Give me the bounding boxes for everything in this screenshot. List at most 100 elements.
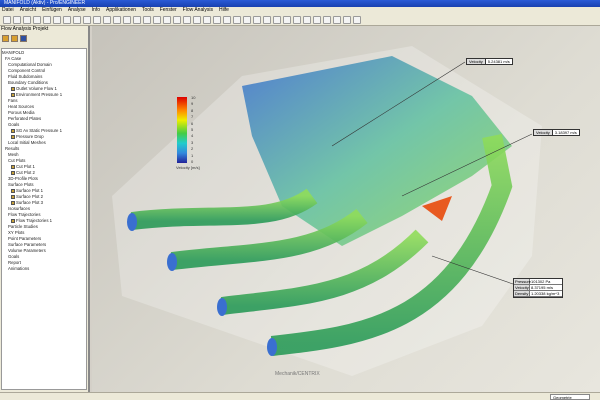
manifold-render	[112, 46, 542, 376]
panel-header: Flow Analysis Projekt	[1, 26, 49, 32]
toolbar-button-icon[interactable]	[53, 16, 61, 24]
toolbar-button-icon[interactable]	[13, 16, 21, 24]
panel-toolbar	[0, 33, 88, 45]
menu-item[interactable]: Datei	[2, 7, 14, 14]
watermark: Mechanik/CENTRIX	[275, 371, 320, 377]
menu-item[interactable]: Einfügen	[42, 7, 62, 14]
feature-icon	[11, 171, 15, 175]
toolbar-button-icon[interactable]	[93, 16, 101, 24]
feature-icon	[11, 189, 15, 193]
window-title: MANIFOLD (Aktiv) - Pro/ENGINEER	[0, 0, 600, 7]
toolbar-button-icon[interactable]	[63, 16, 71, 24]
toolbar-button-icon[interactable]	[223, 16, 231, 24]
callout-label: Velocity	[467, 59, 486, 64]
legend-tick: 9	[191, 101, 194, 107]
toolbar-button-icon[interactable]	[253, 16, 261, 24]
tree-item[interactable]: Animations	[2, 266, 86, 272]
toolbar-button-icon[interactable]	[293, 16, 301, 24]
menu-item[interactable]: Ansicht	[20, 7, 36, 14]
toolbar-button-icon[interactable]	[113, 16, 121, 24]
velocity-callout-2: Velocity 3.18397 m/s	[533, 129, 580, 136]
toolbar-button-icon[interactable]	[273, 16, 281, 24]
feature-icon	[11, 87, 15, 91]
toolbar-button-icon[interactable]	[33, 16, 41, 24]
toolbar-button-icon[interactable]	[343, 16, 351, 24]
filter-select[interactable]: Geometrie	[550, 394, 590, 400]
legend-tick: 7	[191, 114, 194, 120]
legend-tick: 10	[191, 95, 196, 100]
probe-label: Density	[514, 291, 530, 296]
toolbar-button-icon[interactable]	[323, 16, 331, 24]
toolbar	[0, 14, 600, 26]
toolbar-button-icon[interactable]	[243, 16, 251, 24]
probe-value: 1.20338 kg/m^3	[531, 291, 560, 296]
probe-row: Density 1.20338 kg/m^3	[514, 291, 562, 297]
legend-tick: 4	[191, 133, 194, 139]
toolbar-button-icon[interactable]	[263, 16, 271, 24]
legend-title: Velocity [m/s]	[176, 165, 200, 170]
legend-tick: 3	[191, 139, 194, 145]
probe-label: Velocity	[514, 285, 530, 290]
legend-tick: 6	[191, 120, 194, 126]
menu-bar: Datei Ansicht Einfügen Analyse Info Applikati…	[0, 7, 600, 14]
tool-icon[interactable]	[2, 35, 9, 42]
legend-tick: 2	[191, 146, 194, 152]
probe-label: Pressure	[514, 279, 532, 284]
feature-icon	[11, 195, 15, 199]
model-tree: MANIFOLD FA Case Computational Domain Compo…	[1, 48, 87, 390]
legend-tick: 0	[191, 159, 194, 164]
menu-item[interactable]: Info	[92, 7, 100, 14]
toolbar-button-icon[interactable]	[203, 16, 211, 24]
toolbar-button-icon[interactable]	[303, 16, 311, 24]
toolbar-button-icon[interactable]	[133, 16, 141, 24]
legend-tick: 1	[191, 152, 194, 158]
feature-icon	[11, 201, 15, 205]
toolbar-button-icon[interactable]	[83, 16, 91, 24]
status-bar: Geometrie	[0, 392, 600, 400]
toolbar-button-icon[interactable]	[333, 16, 341, 24]
feature-icon	[11, 135, 15, 139]
toolbar-button-icon[interactable]	[213, 16, 221, 24]
menu-item[interactable]: Analyse	[68, 7, 86, 14]
color-legend-bar	[177, 97, 187, 163]
toolbar-button-icon[interactable]	[313, 16, 321, 24]
callout-label: Velocity	[534, 130, 553, 135]
feature-icon	[11, 165, 15, 169]
toolbar-button-icon[interactable]	[73, 16, 81, 24]
toolbar-button-icon[interactable]	[43, 16, 51, 24]
toolbar-button-icon[interactable]	[103, 16, 111, 24]
model-tree-panel: Flow Analysis Projekt MANIFOLD FA Case Com…	[0, 26, 90, 392]
legend-tick: 8	[191, 107, 194, 113]
toolbar-button-icon[interactable]	[143, 16, 151, 24]
legend-tick: 5	[191, 127, 194, 132]
toolbar-button-icon[interactable]	[193, 16, 201, 24]
feature-icon	[11, 129, 15, 133]
toolbar-button-icon[interactable]	[123, 16, 131, 24]
toolbar-button-icon[interactable]	[233, 16, 241, 24]
toolbar-button-icon[interactable]	[163, 16, 171, 24]
toolbar-button-icon[interactable]	[173, 16, 181, 24]
toolbar-button-icon[interactable]	[353, 16, 361, 24]
probe-table: Pressure 101302 Pa Velocity 8.37195 m/s De…	[513, 278, 563, 298]
callout-value: 5.24381 m/s	[487, 59, 510, 64]
tree-item-label: Animations	[8, 266, 30, 271]
probe-value: 8.37195 m/s	[531, 285, 554, 290]
toolbar-button-icon[interactable]	[283, 16, 291, 24]
velocity-callout-1: Velocity 5.24381 m/s	[466, 58, 513, 65]
probe-value: 101302 Pa	[531, 279, 551, 284]
feature-icon	[11, 219, 15, 223]
menu-item[interactable]: Applikationen	[106, 7, 136, 14]
tree-item-label: Environment Pressure 1	[16, 92, 63, 97]
menu-item[interactable]: Fenster	[160, 7, 177, 14]
toolbar-button-icon[interactable]	[153, 16, 161, 24]
tool-icon[interactable]	[20, 35, 27, 42]
3d-viewport[interactable]	[92, 26, 600, 392]
menu-item[interactable]: Tools	[142, 7, 154, 14]
feature-icon	[11, 93, 15, 97]
toolbar-button-icon[interactable]	[23, 16, 31, 24]
menu-item[interactable]: Flow Analysis	[183, 7, 213, 14]
toolbar-button-icon[interactable]	[183, 16, 191, 24]
tool-icon[interactable]	[11, 35, 18, 42]
toolbar-button-icon[interactable]	[3, 16, 11, 24]
menu-item[interactable]: Hilfe	[219, 7, 229, 14]
